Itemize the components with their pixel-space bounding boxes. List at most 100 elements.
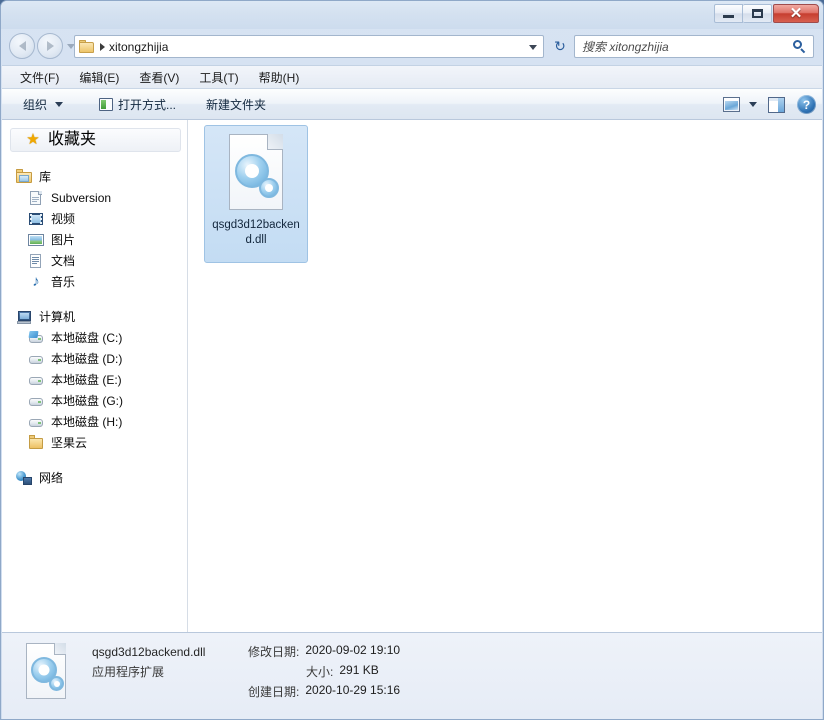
- menu-bar: 文件(F) 编辑(E) 查看(V) 工具(T) 帮助(H): [2, 65, 822, 89]
- sidebar-label-pictures: 图片: [51, 232, 76, 247]
- back-arrow-icon: [18, 41, 26, 51]
- sidebar-item-subversion[interactable]: Subversion: [2, 187, 187, 208]
- drive-icon: [28, 351, 44, 367]
- details-file-name: qsgd3d12backend.dll: [92, 645, 206, 659]
- search-input[interactable]: 搜索 xitongzhijia: [582, 38, 669, 55]
- library-icon: [16, 168, 32, 185]
- sidebar-item-network[interactable]: 网络: [2, 467, 187, 488]
- star-icon: ★: [26, 131, 40, 148]
- network-icon: [16, 470, 32, 486]
- drive-icon: [28, 393, 44, 409]
- details-text-grid: qsgd3d12backend.dll 修改日期: 2020-09-02 19:…: [92, 643, 400, 700]
- help-icon[interactable]: ?: [797, 95, 816, 114]
- sidebar-item-favorites[interactable]: ★ 收藏夹: [10, 128, 181, 152]
- forward-button[interactable]: [37, 33, 63, 59]
- search-box[interactable]: 搜索 xitongzhijia: [574, 35, 814, 58]
- details-created-label: 创建日期:: [248, 685, 300, 699]
- sidebar-item-pictures[interactable]: 图片: [2, 229, 187, 250]
- window-controls: ✕: [714, 4, 819, 23]
- menu-item-view[interactable]: 查看(V): [131, 66, 187, 89]
- drive-c-icon: [28, 330, 44, 346]
- details-modified-value: 2020-09-02 19:10: [305, 643, 401, 657]
- organize-label: 组织: [23, 97, 48, 112]
- close-button[interactable]: ✕: [773, 4, 819, 23]
- sidebar-item-library[interactable]: 库: [2, 166, 187, 187]
- sidebar-item-music[interactable]: ♪ 音乐: [2, 271, 187, 292]
- file-item[interactable]: qsgd3d12backend.dll: [204, 125, 308, 263]
- sidebar-label-music: 音乐: [51, 274, 76, 289]
- minimize-button[interactable]: [714, 4, 743, 23]
- sidebar-item-drive-h[interactable]: 本地磁盘 (H:): [2, 411, 187, 432]
- dll-file-icon: [223, 134, 289, 212]
- details-pane: qsgd3d12backend.dll 修改日期: 2020-09-02 19:…: [2, 632, 822, 719]
- breadcrumb-separator-icon: [100, 42, 105, 51]
- new-folder-button[interactable]: 新建文件夹: [199, 92, 273, 117]
- organize-button[interactable]: 组织: [16, 92, 70, 117]
- menu-item-file[interactable]: 文件(F): [12, 66, 67, 89]
- sidebar-label-subversion: Subversion: [51, 190, 112, 205]
- video-icon: [28, 211, 44, 227]
- chevron-down-icon[interactable]: [529, 45, 537, 50]
- sidebar-label-computer: 计算机: [39, 309, 76, 324]
- drive-icon: [28, 414, 44, 430]
- close-icon: ✕: [789, 5, 803, 22]
- sidebar-label-network: 网络: [39, 470, 64, 485]
- navigation-buttons: [9, 33, 75, 59]
- drive-icon: [28, 372, 44, 388]
- menu-item-edit[interactable]: 编辑(E): [71, 66, 127, 89]
- sidebar-label-library: 库: [39, 169, 52, 184]
- maximize-icon: [751, 9, 763, 18]
- change-view-icon[interactable]: [723, 97, 740, 112]
- sidebar-item-documents[interactable]: 文档: [2, 250, 187, 271]
- sidebar-item-videos[interactable]: 视频: [2, 208, 187, 229]
- breadcrumb-current-folder[interactable]: xitongzhijia: [109, 41, 168, 53]
- folder-icon: [79, 39, 95, 54]
- folder-icon: [28, 434, 44, 451]
- toolbar-right-group: ?: [723, 89, 816, 120]
- menu-item-help[interactable]: 帮助(H): [251, 66, 308, 89]
- open-with-label: 打开方式...: [118, 97, 177, 112]
- details-size-value: 291 KB: [339, 663, 379, 677]
- forward-arrow-icon: [46, 41, 54, 51]
- sidebar-item-drive-g[interactable]: 本地磁盘 (G:): [2, 390, 187, 411]
- sidebar-item-drive-d[interactable]: 本地磁盘 (D:): [2, 348, 187, 369]
- sidebar-item-computer[interactable]: 计算机: [2, 306, 187, 327]
- open-with-icon: [99, 97, 114, 111]
- sidebar-label-videos: 视频: [51, 211, 76, 226]
- sidebar-label-drive-e: 本地磁盘 (E:): [51, 372, 122, 387]
- explorer-window: ✕ xitongzhijia ↻ 搜索 xitongzhijia 文件(F) 编…: [0, 0, 824, 720]
- maximize-button[interactable]: [743, 4, 772, 23]
- new-folder-label: 新建文件夹: [206, 97, 267, 112]
- sidebar-item-nutstore[interactable]: 坚果云: [2, 432, 187, 453]
- details-size-label: 大小:: [306, 665, 334, 679]
- navigation-pane[interactable]: ★ 收藏夹 库 Subversion 视频 图片 文档 ♪ 音乐 计算机 本地磁…: [2, 120, 188, 632]
- sidebar-label-drive-d: 本地磁盘 (D:): [51, 351, 123, 366]
- refresh-button[interactable]: ↻: [549, 36, 571, 57]
- computer-icon: [16, 309, 32, 325]
- file-item-label: qsgd3d12backend.dll: [212, 219, 300, 246]
- back-button[interactable]: [9, 33, 35, 59]
- address-bar[interactable]: xitongzhijia: [74, 35, 544, 58]
- address-bar-row: xitongzhijia ↻ 搜索 xitongzhijia: [1, 29, 823, 65]
- menu-item-tools[interactable]: 工具(T): [191, 66, 246, 89]
- open-with-button[interactable]: 打开方式...: [92, 92, 183, 117]
- preview-pane-icon[interactable]: [768, 96, 785, 113]
- main-area: ★ 收藏夹 库 Subversion 视频 图片 文档 ♪ 音乐 计算机 本地磁…: [2, 120, 822, 632]
- change-view-chevron-down-icon[interactable]: [749, 102, 757, 107]
- music-icon: ♪: [32, 272, 40, 290]
- sidebar-label-nutstore: 坚果云: [51, 435, 88, 450]
- dll-file-icon: [22, 643, 74, 705]
- document-icon: [28, 253, 44, 269]
- sidebar-item-drive-c[interactable]: 本地磁盘 (C:): [2, 327, 187, 348]
- chevron-down-icon: [55, 101, 64, 107]
- sidebar-label-drive-c: 本地磁盘 (C:): [51, 330, 123, 345]
- command-toolbar: 组织 打开方式... 新建文件夹 ?: [2, 89, 822, 120]
- file-list-pane[interactable]: qsgd3d12backend.dll: [188, 120, 822, 632]
- sidebar-item-drive-e[interactable]: 本地磁盘 (E:): [2, 369, 187, 390]
- details-modified-label: 修改日期:: [248, 645, 300, 659]
- details-file-type: 应用程序扩展: [92, 665, 165, 679]
- sidebar-label-documents: 文档: [51, 253, 76, 268]
- minimize-icon: [723, 15, 734, 18]
- details-created-value: 2020-10-29 15:16: [305, 683, 401, 697]
- sidebar-label-drive-h: 本地磁盘 (H:): [51, 414, 123, 429]
